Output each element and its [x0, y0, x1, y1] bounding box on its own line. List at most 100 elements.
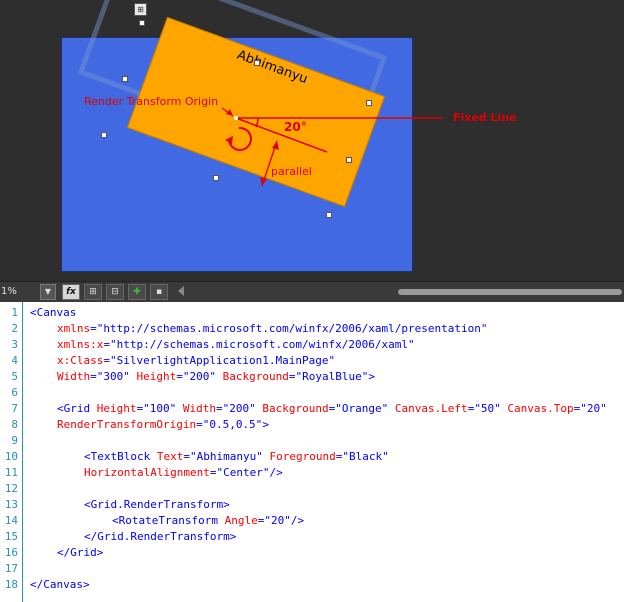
code-line[interactable]: </Grid> [57, 546, 103, 559]
parallel-label: parallel [271, 165, 312, 178]
scroll-left-icon[interactable] [178, 286, 184, 296]
code-line[interactable]: <RotateTransform Angle="20"/> [112, 514, 304, 527]
line-number: 1 [11, 306, 18, 319]
origin-point [234, 116, 238, 120]
fx-icon[interactable]: fx [62, 284, 80, 300]
code-line[interactable]: xmlns:x="http://schemas.microsoft.com/wi… [57, 338, 415, 351]
code-line[interactable]: HorizontalAlignment="Center"/> [84, 466, 283, 479]
annotation-overlay [221, 107, 442, 187]
code-tag: > [262, 418, 269, 431]
code-attribute: Height [90, 402, 137, 415]
code-value: "200" [182, 370, 216, 383]
line-number-gutter: 1 2 3 4 5 6 7 8 9 10 11 12 13 14 15 16 1… [0, 302, 23, 602]
code-value: "20" [580, 402, 607, 415]
line-number: 3 [11, 338, 18, 351]
code-tag: </Grid.RenderTransform> [84, 530, 237, 543]
line-number: 7 [11, 402, 18, 415]
code-tag: </Canvas> [30, 578, 90, 591]
origin-arrowhead [226, 109, 233, 116]
code-attribute: Width [176, 402, 216, 415]
code-attribute: HorizontalAlignment [84, 466, 210, 479]
line-number: 15 [4, 530, 18, 543]
code-line[interactable]: </Grid.RenderTransform> [84, 530, 236, 543]
code-punct: = [90, 322, 97, 335]
code-line[interactable]: Width="300" Height="200" Background="Roy… [57, 370, 375, 383]
line-number: 4 [11, 354, 18, 367]
code-punct: = [196, 418, 203, 431]
code-attribute: Canvas.Top [500, 402, 574, 415]
code-tag: <Grid.RenderTransform> [84, 498, 230, 511]
code-value: "Black" [342, 450, 389, 463]
code-tag: <RotateTransform [112, 514, 218, 527]
code-value: "Orange" [335, 402, 389, 415]
code-tag: <Grid [57, 402, 91, 415]
code-attribute: Background [215, 370, 289, 383]
code-value: "200" [222, 402, 256, 415]
code-attribute: Foreground [262, 450, 336, 463]
code-punct: = [90, 370, 97, 383]
line-number: 6 [11, 386, 18, 399]
code-line[interactable]: <Canvas [30, 306, 76, 319]
code-value: "0.5,0.5" [202, 418, 263, 431]
origin-label: Render Transform Origin [84, 95, 219, 108]
code-line[interactable]: <Grid Height="100" Width="200" Backgroun… [57, 402, 607, 415]
line-number: 12 [4, 482, 18, 495]
code-line[interactable]: RenderTransformOrigin="0.5,0.5"> [57, 418, 269, 431]
code-value: "50" [474, 402, 501, 415]
line-number: 8 [11, 418, 18, 431]
code-punct: = [183, 450, 190, 463]
code-attribute: x:Class [57, 354, 104, 367]
line-number: 16 [4, 546, 18, 559]
annotation-icon[interactable]: ▪ [150, 284, 168, 300]
code-value: "RoyalBlue" [295, 370, 369, 383]
code-attribute: Canvas.Left [388, 402, 468, 415]
code-value: "Center" [216, 466, 270, 479]
code-tag: <TextBlock [84, 450, 151, 463]
line-number: 10 [4, 450, 18, 463]
designer-toolbar: 1% ▼ fx ⊞ ⊟ ✚ ▪ [0, 281, 624, 302]
snap-grid-icon[interactable]: ⊟ [106, 284, 124, 300]
code-tag: /> [290, 514, 305, 527]
angle-label: 20° [284, 120, 307, 134]
line-number: 14 [4, 514, 18, 527]
line-number: 5 [11, 370, 18, 383]
code-tag: > [368, 370, 375, 383]
fixed-line-label: Fixed Line [453, 111, 517, 124]
code-attribute: Width [57, 370, 91, 383]
line-number: 11 [4, 466, 18, 479]
code-value: "100" [143, 402, 177, 415]
chevron-down-icon[interactable]: ▼ [40, 284, 56, 300]
line-number: 9 [11, 434, 18, 447]
code-attribute: Background [255, 402, 329, 415]
code-line[interactable]: <Grid.RenderTransform> [84, 498, 230, 511]
code-line[interactable]: </Canvas> [30, 578, 90, 591]
code-value: "http://schemas.microsoft.com/winfx/2006… [109, 338, 415, 351]
code-punct: = [176, 370, 183, 383]
code-value: "http://schemas.microsoft.com/winfx/2006… [96, 322, 488, 335]
grid-icon[interactable]: ⊞ [84, 284, 102, 300]
code-value: "300" [96, 370, 130, 383]
xaml-code-editor[interactable]: 1 2 3 4 5 6 7 8 9 10 11 12 13 14 15 16 1… [0, 302, 624, 602]
code-value: "Abhimanyu" [189, 450, 263, 463]
code-punct: = [103, 338, 110, 351]
code-line[interactable]: xmlns="http://schemas.microsoft.com/winf… [57, 322, 487, 335]
code-tag: </Grid> [57, 546, 104, 559]
code-attribute: xmlns [57, 322, 91, 335]
line-number: 2 [11, 322, 18, 335]
line-number: 13 [4, 498, 18, 511]
code-line[interactable]: x:Class="SilverlightApplication1.MainPag… [57, 354, 335, 367]
code-line[interactable]: <TextBlock Text="Abhimanyu" Foreground="… [84, 450, 389, 463]
zoom-field[interactable]: 1% [0, 284, 39, 299]
code-attribute: Angle [217, 514, 258, 527]
line-number: 18 [4, 578, 18, 591]
code-attribute: Text [150, 450, 184, 463]
code-punct: = [215, 402, 223, 415]
code-punct: = [103, 354, 110, 367]
horizontal-scrollbar-thumb[interactable] [398, 289, 622, 295]
line-number: 17 [4, 562, 18, 575]
code-attribute: RenderTransformOrigin [57, 418, 197, 431]
parallel-arrowhead-bottom [260, 177, 267, 186]
code-value: "20" [264, 514, 291, 527]
snap-lines-icon[interactable]: ✚ [128, 284, 146, 300]
code-tag: /> [269, 466, 283, 479]
